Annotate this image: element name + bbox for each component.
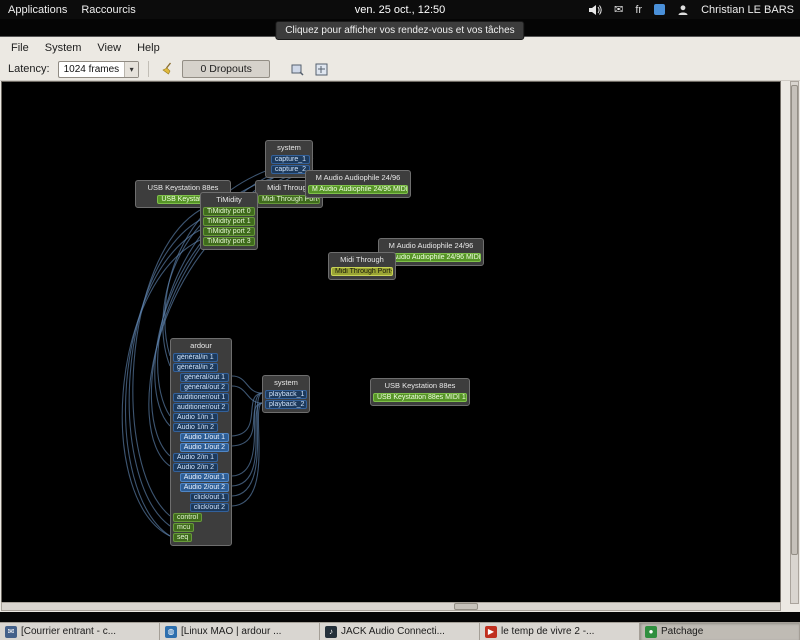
clock-applet[interactable]: ven. 25 oct., 12:50 (355, 4, 446, 16)
port[interactable]: Audio 2/out 2 (180, 483, 229, 492)
node-title[interactable]: Midi Through (331, 255, 393, 266)
node-title[interactable]: M Audio Audiophile 24/96 (308, 173, 408, 184)
port[interactable]: Audio 1/in 2 (173, 423, 218, 432)
latency-value: 1024 frames (59, 64, 125, 75)
menu-file[interactable]: File (4, 40, 36, 56)
mail-indicator-icon[interactable]: ✉ (614, 3, 623, 16)
node-title[interactable]: system (265, 378, 307, 389)
port[interactable]: click/out 2 (190, 503, 229, 512)
panel-menu-applications[interactable]: Applications (8, 4, 67, 16)
cable (232, 376, 262, 393)
port[interactable]: playback_2 (265, 400, 307, 409)
port[interactable]: général/in 2 (173, 363, 218, 372)
port[interactable]: auditioner/out 2 (173, 403, 229, 412)
media-player-icon: ▶ (485, 626, 497, 638)
clock-tooltip: Cliquez pour afficher vos rendez-vous et… (275, 21, 524, 40)
toolbar: Latency: 1024 frames ▾ 0 Dropouts (0, 58, 800, 81)
latency-label: Latency: (8, 63, 50, 75)
port[interactable]: mcu (173, 523, 194, 532)
port[interactable]: Midi Through Port-0 (331, 267, 393, 276)
patchage-window: FileSystemViewHelp Latency: 1024 frames … (0, 36, 800, 612)
taskbar-item[interactable]: ♪ JACK Audio Connecti... (320, 623, 480, 640)
horizontal-scrollbar[interactable] (1, 602, 781, 611)
port[interactable]: Audio 2/in 2 (173, 463, 218, 472)
port[interactable]: M Audio Audiophile 24/96 MIDI (308, 185, 408, 194)
node-title[interactable]: TiMidity (203, 195, 255, 206)
panel-menu-raccourcis[interactable]: Raccourcis (81, 4, 135, 16)
user-menu[interactable]: Christian LE BARS (701, 4, 794, 16)
panel-menus: Applications Raccourcis (0, 4, 136, 16)
taskbar-item[interactable]: ✉ [Courrier entrant - c... (0, 623, 160, 640)
port[interactable]: Audio 2/out 1 (180, 473, 229, 482)
port[interactable]: TiMidity port 0 (203, 207, 255, 216)
taskbar-item[interactable]: ◍ [Linux MAO | ardour ... (160, 623, 320, 640)
chevron-down-icon[interactable]: ▾ (124, 62, 138, 77)
node-ardour[interactable]: ardourgénéral/in 1général/in 2général/ou… (170, 338, 232, 546)
taskbar-item[interactable]: ▶ le temp de vivre 2 -... (480, 623, 640, 640)
jack-icon: ♪ (325, 626, 337, 638)
taskbar-item-label: [Linux MAO | ardour ... (181, 626, 281, 637)
node-m-audio-audiophile-1[interactable]: M Audio Audiophile 24/96M Audio Audiophi… (305, 170, 411, 198)
port[interactable]: USB Keystation 88es MIDI 1 (373, 393, 467, 402)
node-title[interactable]: USB Keystation 88es (373, 381, 467, 392)
globe-icon: ◍ (165, 626, 177, 638)
zoom-full-icon[interactable] (312, 60, 330, 78)
port[interactable]: click/out 1 (190, 493, 229, 502)
horizontal-scrollbar-thumb[interactable] (454, 603, 478, 610)
node-title[interactable]: system (268, 143, 310, 154)
port[interactable]: playback_1 (265, 390, 307, 399)
port[interactable]: TiMidity port 3 (203, 237, 255, 246)
taskbar-item-label: JACK Audio Connecti... (341, 626, 445, 637)
node-title[interactable]: ardour (173, 341, 229, 352)
port[interactable]: Audio 1/out 2 (180, 443, 229, 452)
menu-view[interactable]: View (90, 40, 128, 56)
node-title[interactable]: M Audio Audiophile 24/96 (381, 241, 481, 252)
taskbar-item-label: [Courrier entrant - c... (21, 626, 116, 637)
keyboard-layout-indicator[interactable]: fr (635, 4, 642, 16)
port[interactable]: Audio 2/in 1 (173, 453, 218, 462)
port[interactable]: TiMidity port 1 (203, 217, 255, 226)
node-system-playback[interactable]: systemplayback_1playback_2 (262, 375, 310, 413)
port[interactable]: général/in 1 (173, 353, 218, 362)
port[interactable]: seq (173, 533, 192, 542)
patchbay-canvas[interactable]: systemcapture_1capture_2USB Keystation 8… (1, 81, 781, 604)
taskbar: ✉ [Courrier entrant - c... ◍ [Linux MAO | a… (0, 622, 800, 640)
node-usb-keystation-in[interactable]: USB Keystation 88esUSB Keystation 88es M… (370, 378, 470, 406)
menu-help[interactable]: Help (130, 40, 167, 56)
node-timidity[interactable]: TiMidityTiMidity port 0TiMidity port 1Ti… (200, 192, 258, 250)
port[interactable]: général/out 1 (180, 373, 229, 382)
taskbar-item[interactable]: ● Patchage (640, 623, 800, 640)
port[interactable]: Audio 1/in 1 (173, 413, 218, 422)
chat-status-icon[interactable] (654, 4, 665, 15)
cable (232, 393, 262, 496)
taskbar-item-label: Patchage (661, 626, 703, 637)
zoom-normal-icon[interactable] (288, 60, 306, 78)
mail-icon: ✉ (5, 626, 17, 638)
vertical-scrollbar-thumb[interactable] (791, 85, 798, 555)
port[interactable]: général/out 2 (180, 383, 229, 392)
port[interactable]: capture_1 (271, 155, 310, 164)
port[interactable]: auditioner/out 1 (173, 393, 229, 402)
volume-icon[interactable] (588, 4, 602, 16)
dropouts-button[interactable]: 0 Dropouts (182, 60, 270, 78)
port[interactable]: control (173, 513, 202, 522)
toolbar-separator (148, 61, 149, 77)
user-icon (677, 4, 689, 16)
port[interactable]: TiMidity port 2 (203, 227, 255, 236)
taskbar-item-label: le temp de vivre 2 -... (501, 626, 594, 637)
port[interactable]: M Audio Audiophile 24/96 MIDI (381, 253, 481, 262)
panel-right: ✉ fr Christian LE BARS (588, 0, 794, 19)
menubar: FileSystemViewHelp (0, 37, 800, 58)
clear-dropouts-broom-icon[interactable] (158, 60, 176, 78)
vertical-scrollbar[interactable] (790, 81, 799, 604)
node-midi-through-2[interactable]: Midi ThroughMidi Through Port-0 (328, 252, 396, 280)
cable-layer (2, 82, 781, 603)
menu-system[interactable]: System (38, 40, 89, 56)
top-panel: Applications Raccourcis ven. 25 oct., 12:… (0, 0, 800, 19)
port[interactable]: Audio 1/out 1 (180, 433, 229, 442)
patchage-icon: ● (645, 626, 657, 638)
latency-combobox[interactable]: 1024 frames ▾ (58, 61, 140, 78)
